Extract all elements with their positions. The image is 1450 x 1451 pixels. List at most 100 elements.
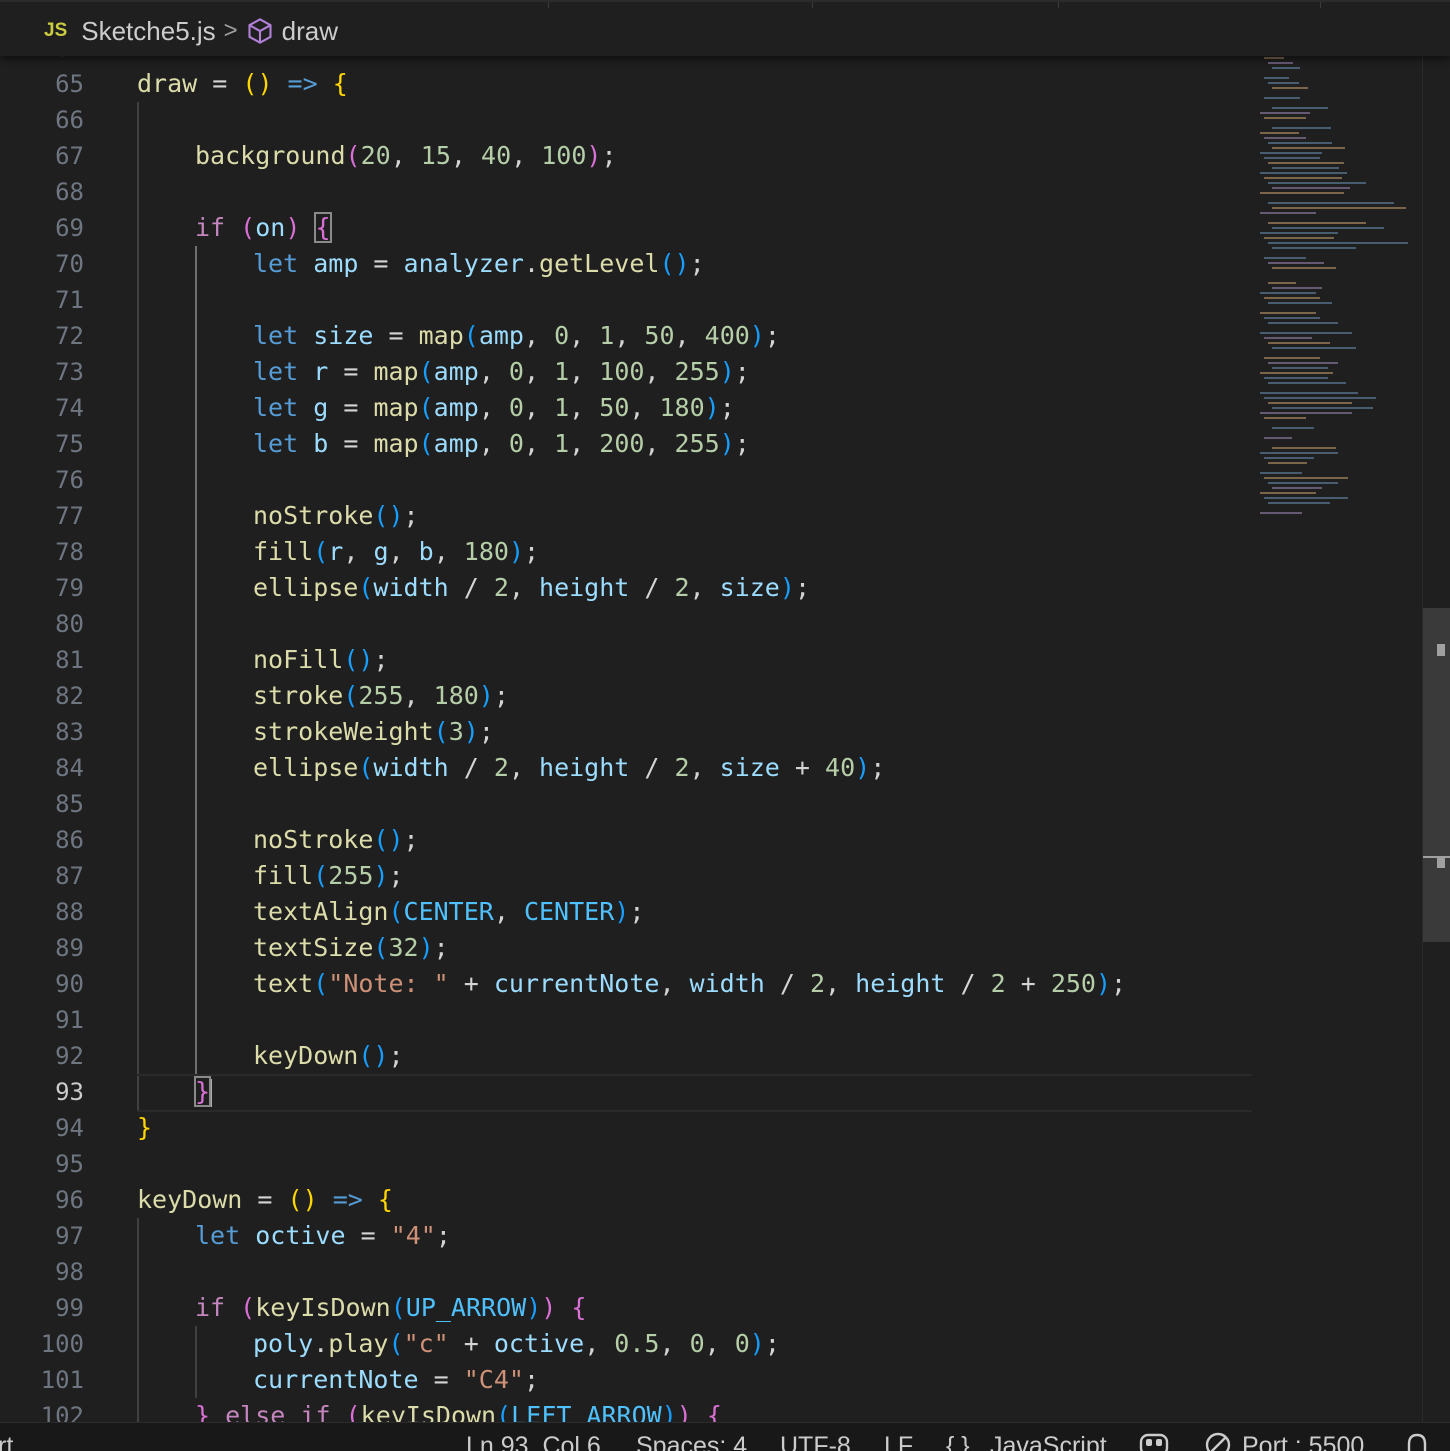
code-text[interactable]: let r = map(amp, 0, 1, 100, 255);	[253, 354, 750, 390]
code-line[interactable]: 97 let octive = "4";	[0, 1218, 1252, 1254]
code-line[interactable]: 81 noFill();	[0, 642, 1252, 678]
code-line[interactable]: 78 fill(r, g, b, 180);	[0, 534, 1252, 570]
code-text[interactable]: fill(255);	[253, 858, 404, 894]
code-text[interactable]: let octive = "4";	[195, 1218, 451, 1254]
line-number: 75	[55, 430, 84, 458]
minimap-line	[1272, 347, 1356, 349]
code-line[interactable]: 91	[0, 1002, 1252, 1038]
code-line[interactable]: 76	[0, 462, 1252, 498]
minimap-line	[1264, 177, 1343, 179]
code-text[interactable]: } else if (keyIsDown(LEFT_ARROW)) {	[195, 1398, 722, 1422]
code-editor[interactable]: 64 65draw = () => {6667background(20, 15…	[0, 48, 1252, 1422]
code-text[interactable]: if (keyIsDown(UP_ARROW)) {	[195, 1290, 586, 1326]
code-line[interactable]: 68	[0, 174, 1252, 210]
code-text[interactable]: stroke(255, 180);	[253, 678, 509, 714]
code-line[interactable]: 95	[0, 1146, 1252, 1182]
live-server-port[interactable]: Port : 5500	[1242, 1431, 1364, 1451]
cube-icon	[248, 18, 272, 44]
code-text[interactable]: let b = map(amp, 0, 1, 200, 255);	[253, 426, 750, 462]
code-text[interactable]: strokeWeight(3);	[253, 714, 494, 750]
code-text[interactable]: ellipse(width / 2, height / 2, size + 40…	[253, 750, 885, 786]
code-line[interactable]: 86 noStroke();	[0, 822, 1252, 858]
code-line[interactable]: 70 let amp = analyzer.getLevel();	[0, 246, 1252, 282]
code-token: 255	[674, 429, 720, 458]
code-text[interactable]: textAlign(CENTER, CENTER);	[253, 894, 644, 930]
code-line[interactable]: 101 currentNote = "C4";	[0, 1362, 1252, 1398]
line-number: 66	[55, 106, 84, 134]
code-line[interactable]: 88 textAlign(CENTER, CENTER);	[0, 894, 1252, 930]
code-line[interactable]: 77 noStroke();	[0, 498, 1252, 534]
code-text[interactable]: draw = () => {	[137, 66, 348, 102]
code-token: r	[313, 357, 329, 386]
code-text[interactable]: text("Note: " + currentNote, width / 2, …	[253, 966, 1126, 1002]
code-line[interactable]: 72 let size = map(amp, 0, 1, 50, 400);	[0, 318, 1252, 354]
code-token: )	[358, 645, 374, 674]
code-text[interactable]: fill(r, g, b, 180);	[253, 534, 539, 570]
code-text[interactable]: let amp = analyzer.getLevel();	[253, 246, 705, 282]
code-text[interactable]: poly.play("c" + octive, 0.5, 0, 0);	[253, 1326, 780, 1362]
code-line[interactable]: 67 background(20, 15, 40, 100);	[0, 138, 1252, 174]
code-line[interactable]: 80	[0, 606, 1252, 642]
cursor-position[interactable]: Ln 93, Col 6	[466, 1431, 601, 1451]
code-line[interactable]: 66	[0, 102, 1252, 138]
language-mode[interactable]: JavaScript	[990, 1431, 1107, 1451]
code-text[interactable]: noStroke();	[253, 822, 419, 858]
code-line[interactable]: 94}	[0, 1110, 1252, 1146]
line-number: 86	[55, 826, 84, 854]
code-text[interactable]: if (on) {	[195, 210, 332, 246]
code-token: ;	[433, 933, 449, 962]
code-text[interactable]: ellipse(width / 2, height / 2, size);	[253, 570, 810, 606]
code-line[interactable]: 85	[0, 786, 1252, 822]
end-of-line[interactable]: LF	[884, 1431, 913, 1451]
code-line[interactable]: 90 text("Note: " + currentNote, width / 2…	[0, 966, 1252, 1002]
code-line[interactable]: 75 let b = map(amp, 0, 1, 200, 255);	[0, 426, 1252, 462]
breadcrumb-symbol[interactable]: draw	[282, 16, 338, 47]
code-line[interactable]: 98	[0, 1254, 1252, 1290]
encoding[interactable]: UTF-8	[780, 1431, 851, 1451]
code-text[interactable]: noStroke();	[253, 498, 419, 534]
code-line[interactable]: 102} else if (keyIsDown(LEFT_ARROW)) {	[0, 1398, 1252, 1422]
code-line[interactable]: 83 strokeWeight(3);	[0, 714, 1252, 750]
code-text[interactable]: currentNote = "C4";	[253, 1362, 539, 1398]
code-line[interactable]: 71	[0, 282, 1252, 318]
code-token: 3	[448, 717, 464, 746]
code-text[interactable]: keyDown();	[253, 1038, 404, 1074]
code-line[interactable]: 74 let g = map(amp, 0, 1, 50, 180);	[0, 390, 1252, 426]
indentation[interactable]: Spaces: 4	[636, 1431, 747, 1451]
line-number: 68	[55, 178, 84, 206]
code-token: )	[526, 1293, 542, 1322]
code-text[interactable]: textSize(32);	[253, 930, 449, 966]
code-line[interactable]: 89 textSize(32);	[0, 930, 1252, 966]
code-line[interactable]: 96 keyDown = () => {	[0, 1182, 1252, 1218]
code-line[interactable]: 100 poly.play("c" + octive, 0.5, 0, 0);	[0, 1326, 1252, 1362]
code-text[interactable]: noFill();	[253, 642, 389, 678]
code-text[interactable]: }	[193, 1074, 213, 1110]
copilot-icon[interactable]	[1138, 1431, 1170, 1451]
status-left-fragment[interactable]: rt	[0, 1431, 13, 1451]
scroll-thumb[interactable]	[1423, 608, 1450, 942]
code-line[interactable]: 92 keyDown();	[0, 1038, 1252, 1074]
code-line[interactable]: 73 let r = map(amp, 0, 1, 100, 255);	[0, 354, 1252, 390]
code-text[interactable]: keyDown = () => {	[137, 1182, 393, 1218]
minimap[interactable]	[1256, 48, 1422, 1422]
code-token: 0	[508, 429, 524, 458]
code-token: ;	[388, 1041, 404, 1070]
code-text[interactable]: background(20, 15, 40, 100);	[195, 138, 617, 174]
code-text[interactable]: }	[137, 1110, 152, 1146]
code-line[interactable]: 93}	[0, 1074, 1252, 1112]
minimap-line	[1272, 407, 1373, 409]
code-text[interactable]: let size = map(amp, 0, 1, 50, 400);	[253, 318, 780, 354]
bell-icon[interactable]	[1404, 1431, 1430, 1451]
code-text[interactable]: let g = map(amp, 0, 1, 50, 180);	[253, 390, 735, 426]
code-line[interactable]: 84 ellipse(width / 2, height / 2, size + …	[0, 750, 1252, 786]
code-line[interactable]: 87 fill(255);	[0, 858, 1252, 894]
vertical-scrollbar[interactable]	[1422, 48, 1450, 1422]
code-line[interactable]: 82 stroke(255, 180);	[0, 678, 1252, 714]
code-line[interactable]: 69 if (on) {	[0, 210, 1252, 246]
code-line[interactable]: 65 draw = () => {	[0, 66, 1252, 102]
code-line[interactable]: 79 ellipse(width / 2, height / 2, size);	[0, 570, 1252, 606]
code-token: 0	[508, 393, 524, 422]
code-line[interactable]: 99 if (keyIsDown(UP_ARROW)) {	[0, 1290, 1252, 1326]
breadcrumb-file[interactable]: Sketche5.js	[81, 16, 215, 47]
